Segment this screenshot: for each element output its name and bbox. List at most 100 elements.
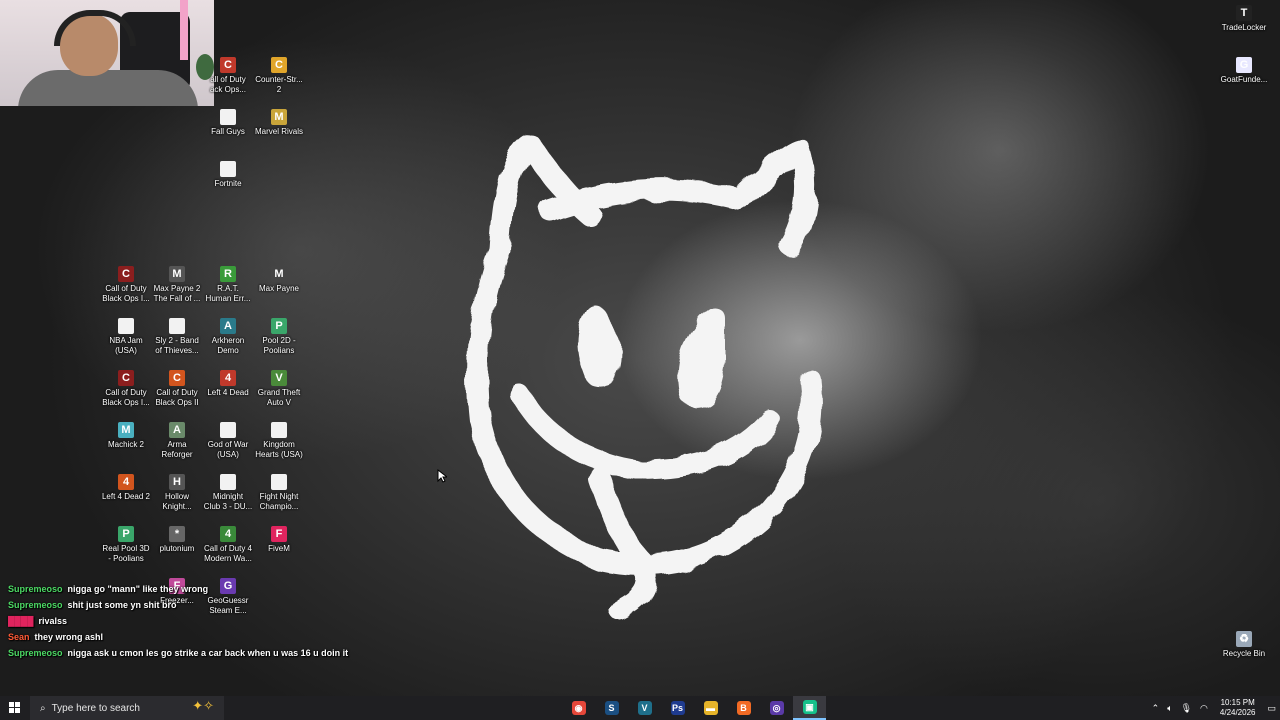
desktop-icon[interactable]: M Machick 2	[101, 422, 151, 450]
desktop-icon-label: R.A.T. Human Err...	[205, 284, 251, 303]
desktop-icon[interactable]: G GoatFunde...	[1219, 57, 1269, 85]
notification-icon[interactable]: ▭	[1267, 703, 1276, 714]
desktop-icon[interactable]: V Grand Theft Auto V	[254, 370, 304, 408]
app-icon	[220, 474, 236, 490]
desktop-icon[interactable]: * plutonium	[152, 526, 202, 554]
desktop-icon[interactable]: M Max Payne	[254, 266, 304, 294]
devil-face-art	[466, 134, 823, 621]
chat-text: nigga go "mann" like they wrong	[67, 584, 209, 594]
desktop-icon-label: Machick 2	[107, 440, 144, 449]
stream-chat: Supremeoso nigga go "mann" like they wron…	[8, 583, 348, 663]
app-icon	[169, 318, 185, 334]
app-icon: M	[169, 266, 185, 282]
desktop-icon-label: Left 4 Dead 2	[101, 492, 151, 501]
microphone-icon[interactable]: 🎙︎	[1181, 703, 1192, 714]
desktop-icon[interactable]: Midnight Club 3 - DU...	[203, 474, 253, 512]
app-icon: M	[271, 266, 287, 282]
desktop-icon-label: all of Duty ack Ops...	[209, 75, 246, 94]
taskbar-app-brave[interactable]: B	[727, 696, 760, 720]
app-icon: C	[220, 57, 236, 73]
desktop-icon-label: Call of Duty 4 Modern Wa...	[203, 544, 253, 563]
desktop-icon-label: Marvel Rivals	[254, 127, 303, 136]
volume-icon[interactable]: 🔈︎	[1167, 703, 1172, 714]
chat-username: Supremeoso	[8, 584, 63, 594]
obs-icon: ◎	[769, 701, 784, 715]
vegas-icon: V	[637, 701, 652, 715]
taskbar-app-chrome[interactable]: ◉	[562, 696, 595, 720]
desktop-icon-label: Pool 2D - Poolians	[262, 336, 296, 355]
desktop-icon-label: NBA Jam (USA)	[109, 336, 143, 355]
desktop-icon[interactable]: ♻ Recycle Bin	[1219, 631, 1269, 659]
desktop-icon-label: Real Pool 3D - Poolians	[102, 544, 150, 563]
desktop-icon[interactable]: C Call of Duty Black Ops I...	[101, 370, 151, 408]
chevron-up-icon[interactable]: ⌃	[1152, 703, 1160, 714]
desktop-icon-label: Recycle Bin	[1222, 649, 1266, 658]
app-icon: C	[118, 370, 134, 386]
desktop-icon-label: Max Payne	[258, 284, 300, 293]
webcam-overlay	[0, 0, 214, 106]
app-icon	[220, 422, 236, 438]
start-button[interactable]	[0, 696, 30, 720]
desktop-icon[interactable]: Fight Night Champio...	[254, 474, 304, 512]
desktop-icon-label: plutonium	[159, 544, 195, 553]
search-highlight-icon[interactable]: ✦✧	[192, 698, 214, 714]
chrome-icon: ◉	[571, 701, 586, 715]
app-icon: P	[271, 318, 287, 334]
desktop-icon[interactable]: Fall Guys	[203, 109, 253, 137]
desktop-icon[interactable]: 4 Left 4 Dead 2	[101, 474, 151, 502]
app-icon: G	[1236, 57, 1252, 73]
desktop-icon[interactable]: Call of Duty ack Ops...	[203, 57, 253, 95]
desktop-icon[interactable]: 4 Call of Duty 4 Modern Wa...	[203, 526, 253, 564]
taskbar-app-photoshop[interactable]: Ps	[661, 696, 694, 720]
app-icon: ♻	[1236, 631, 1252, 647]
desktop-icon[interactable]: F FiveM	[254, 526, 304, 554]
desktop-icon[interactable]: P Pool 2D - Poolians	[254, 318, 304, 356]
desktop-icon[interactable]: A Arma Reforger	[152, 422, 202, 460]
desktop-icon-label: FiveM	[268, 544, 290, 553]
desktop-icon[interactable]: NBA Jam (USA)	[101, 318, 151, 356]
app-icon: C	[169, 370, 185, 386]
search-icon: ⌕	[40, 702, 46, 714]
desktop-icon-label: Call of Duty Black Ops II	[155, 388, 199, 407]
chat-message: Supremeoso nigga go "mann" like they wron…	[8, 583, 348, 599]
chat-text: nigga ask u cmon les go strike a car bac…	[67, 648, 349, 658]
desktop-icon[interactable]: 4 Left 4 Dead	[203, 370, 253, 398]
taskbar-search-box[interactable]: ⌕ Type here to search ✦✧	[30, 696, 224, 720]
desktop-icon[interactable]: C Call of Duty Black Ops II	[152, 370, 202, 408]
clock-date: 4/24/2026	[1219, 708, 1256, 717]
app-icon: *	[169, 526, 185, 542]
chat-username: ████	[8, 616, 34, 626]
desktop-icon[interactable]: Fortnite	[203, 161, 253, 189]
app-icon	[118, 318, 134, 334]
taskbar-clock[interactable]: 10:15 PM 4/24/2026	[1220, 698, 1256, 718]
taskbar: ⌕ Type here to search ✦✧ ◉ S V Ps ▬ B ◎ ▣ ⌃ 🔈︎ …	[0, 696, 1280, 720]
desktop-icon[interactable]: Sly 2 - Band of Thieves...	[152, 318, 202, 356]
chat-text: shit just some yn shit bro	[67, 600, 177, 610]
desktop-icon[interactable]: A Arkheron Demo	[203, 318, 253, 356]
wifi-icon[interactable]: ◠	[1200, 703, 1208, 714]
desktop-icon[interactable]: C Call of Duty Black Ops I...	[101, 266, 151, 304]
chat-username: Supremeoso	[8, 648, 63, 658]
desktop-icon[interactable]: Kingdom Hearts (USA)	[254, 422, 304, 460]
desktop-icon-label: God of War (USA)	[207, 440, 249, 459]
taskbar-app-steam[interactable]: S	[595, 696, 628, 720]
app-icon: M	[271, 109, 287, 125]
taskbar-app-vegas[interactable]: V	[628, 696, 661, 720]
desktop-icon-label: Fortnite	[214, 179, 242, 188]
taskbar-app-app-active[interactable]: ▣	[793, 696, 826, 720]
app-icon: 4	[220, 526, 236, 542]
desktop-icon[interactable]: P Real Pool 3D - Poolians	[101, 526, 151, 564]
chat-message: ████ rivalss	[8, 615, 348, 631]
app-icon	[220, 109, 236, 125]
desktop-icon[interactable]: T TradeLocker	[1219, 5, 1269, 33]
desktop-icon[interactable]: R R.A.T. Human Err...	[203, 266, 253, 304]
desktop-icon[interactable]: M Max Payne 2 The Fall of ...	[152, 266, 202, 304]
desktop-icon[interactable]: H Hollow Knight...	[152, 474, 202, 512]
desktop-icon[interactable]: M Marvel Rivals	[254, 109, 304, 137]
desktop-icon[interactable]: God of War (USA)	[203, 422, 253, 460]
system-tray: ⌃ 🔈︎ 🎙︎ ◠ 10:15 PM 4/24/2026 ▭	[1148, 696, 1280, 720]
desktop-icon[interactable]: C Counter-Str... 2	[254, 57, 304, 95]
taskbar-app-obs[interactable]: ◎	[760, 696, 793, 720]
desktop-icon-label: Arkheron Demo	[211, 336, 245, 355]
taskbar-app-file-explorer[interactable]: ▬	[694, 696, 727, 720]
